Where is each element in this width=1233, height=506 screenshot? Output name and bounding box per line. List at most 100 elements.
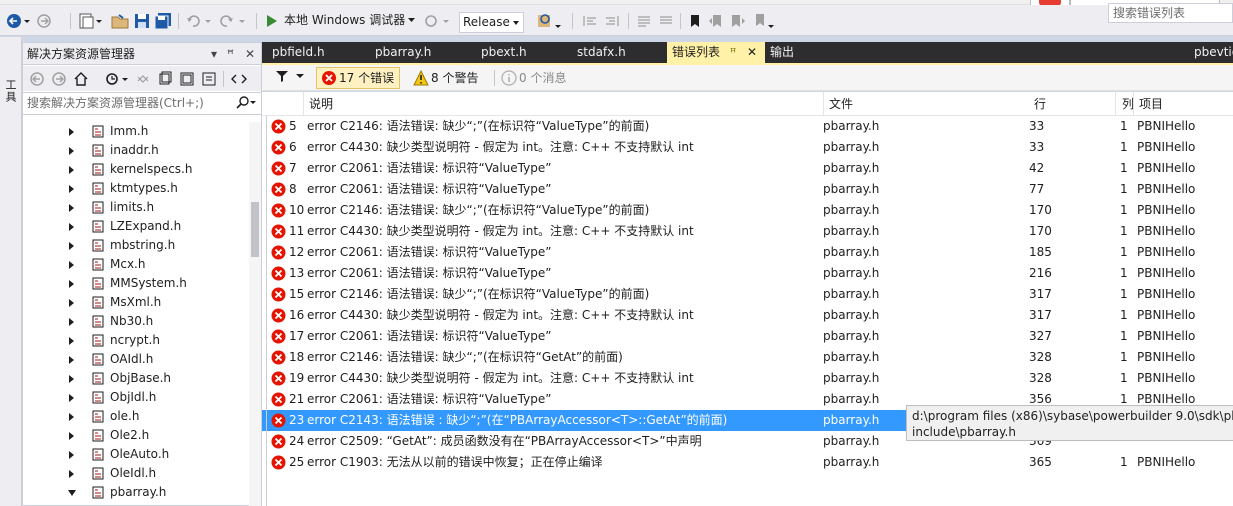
error-row[interactable]: 10 error C2146: 语法错误: 缺少“;”(在标识符“ValueTyp…	[262, 200, 1233, 221]
tree-item[interactable]: ktmtypes.h	[23, 179, 249, 198]
error-row[interactable]: 5 error C2146: 语法错误: 缺少“;”(在标识符“ValueType…	[262, 116, 1233, 137]
tree-item[interactable]: Mcx.h	[23, 255, 249, 274]
pin-icon[interactable]: ꟸ	[227, 43, 234, 65]
header-project[interactable]: 项目	[1133, 92, 1233, 116]
redo-button[interactable]	[218, 5, 248, 36]
expand-arrow-icon[interactable]	[69, 470, 74, 478]
expand-arrow-icon[interactable]	[69, 356, 74, 364]
error-row[interactable]: 13 error C2061: 语法错误: 标识符“ValueType” pbarr…	[262, 263, 1233, 284]
tree-item[interactable]: kernelspecs.h	[23, 160, 249, 179]
error-row[interactable]: 15 error C2146: 语法错误: 缺少“;”(在标识符“ValueTyp…	[262, 284, 1233, 305]
error-row[interactable]: 19 error C4430: 缺少类型说明符 - 假定为 int。注意: C++…	[262, 368, 1233, 389]
close-icon[interactable]: ✕	[245, 43, 255, 65]
start-debug-button[interactable]: 本地 Windows 调试器	[284, 5, 405, 36]
tree-item[interactable]: MMSystem.h	[23, 274, 249, 293]
error-row[interactable]: 7 error C2061: 语法错误: 标识符“ValueType” pbarra…	[262, 158, 1233, 179]
expand-arrow-icon[interactable]	[69, 299, 74, 307]
search-icon[interactable]	[235, 96, 257, 110]
error-row[interactable]: 25 error C1903: 无法从以前的错误中恢复；正在停止编译 pbarray…	[262, 452, 1233, 473]
header-column[interactable]: 列	[1115, 92, 1133, 116]
tree-item[interactable]: Ole2.h	[23, 426, 249, 445]
tree-item[interactable]: limits.h	[23, 198, 249, 217]
close-icon[interactable]: ✕	[747, 42, 757, 63]
code-view-icon[interactable]	[227, 63, 251, 94]
tab-output[interactable]: 输出	[765, 42, 840, 63]
uncomment-icon[interactable]	[656, 5, 676, 36]
messages-filter-toggle[interactable]: 0 个消息	[496, 67, 582, 89]
refresh-icon[interactable]	[422, 5, 452, 36]
back-icon[interactable]	[27, 63, 47, 94]
tree-item[interactable]: ObjIdl.h	[23, 388, 249, 407]
pending-changes-icon[interactable]	[103, 63, 131, 94]
tree-item[interactable]: mbstring.h	[23, 236, 249, 255]
tree-item[interactable]: inaddr.h	[23, 141, 249, 160]
back-button[interactable]	[4, 5, 32, 36]
header-file[interactable]: 文件	[823, 92, 1029, 116]
comment-icon[interactable]	[634, 5, 654, 36]
expand-arrow-icon[interactable]	[69, 413, 74, 421]
expand-arrow-icon[interactable]	[69, 280, 74, 288]
error-row[interactable]: 6 error C4430: 缺少类型说明符 - 假定为 int。注意: C++ …	[262, 137, 1233, 158]
align-right-icon[interactable]	[602, 5, 622, 36]
tree-item[interactable]: OAIdl.h	[23, 350, 249, 369]
header-description[interactable]: 说明	[303, 92, 823, 116]
save-icon[interactable]	[132, 5, 152, 36]
error-row[interactable]: 11 error C4430: 缺少类型说明符 - 假定为 int。注意: C++…	[262, 221, 1233, 242]
errors-filter-toggle[interactable]: 17 个错误	[316, 67, 400, 89]
expand-arrow-icon[interactable]	[69, 451, 74, 459]
start-dropdown-arrow[interactable]	[406, 5, 418, 36]
tab-error-list[interactable]: 错误列表 ꟸ ✕	[667, 42, 765, 63]
open-file-icon[interactable]	[110, 5, 130, 36]
expand-arrow-icon[interactable]	[69, 185, 74, 193]
solution-search-input[interactable]: 搜索解决方案资源管理器(Ctrl+;)	[23, 92, 261, 115]
expand-arrow-icon[interactable]	[69, 242, 74, 250]
tree-item[interactable]: ObjBase.h	[23, 369, 249, 388]
error-row[interactable]: 18 error C2146: 语法错误: 缺少“;”(在标识符“GetAt”的前…	[262, 347, 1233, 368]
warnings-filter-toggle[interactable]: 8 个警告	[408, 67, 494, 89]
toolbox-tab[interactable]: 工具箱	[0, 79, 18, 111]
tree-item[interactable]: LZExpand.h	[23, 217, 249, 236]
tab-pbfield-h[interactable]: pbfield.h	[262, 42, 365, 63]
tab-pbarray-h[interactable]: pbarray.h	[365, 42, 471, 63]
window-position-icon[interactable]: ▾	[211, 43, 217, 65]
tree-item[interactable]: OleIdl.h	[23, 464, 249, 483]
find-in-files-icon[interactable]	[534, 5, 564, 36]
new-project-button[interactable]	[76, 5, 104, 36]
properties-icon[interactable]	[199, 63, 219, 94]
sync-icon[interactable]	[133, 63, 153, 94]
clear-bookmarks-icon[interactable]	[752, 5, 776, 36]
collapse-all-icon[interactable]	[177, 63, 197, 94]
expand-arrow-icon[interactable]	[69, 147, 74, 155]
tree-item[interactable]: Nb30.h	[23, 312, 249, 331]
error-list-search-input[interactable]: 搜索错误列表	[1108, 3, 1233, 23]
expand-arrow-icon[interactable]	[69, 432, 74, 440]
expand-arrow-icon[interactable]	[69, 375, 74, 383]
tree-item[interactable]: MsXml.h	[23, 293, 249, 312]
align-left-icon[interactable]	[580, 5, 600, 36]
expand-arrow-icon[interactable]	[69, 128, 74, 136]
solution-configuration-select[interactable]: Release	[459, 12, 524, 33]
expand-arrow-icon[interactable]	[69, 204, 74, 212]
tree-item[interactable]: OleAuto.h	[23, 445, 249, 464]
bookmark-icon[interactable]	[686, 5, 704, 36]
solution-scrollbar[interactable]	[249, 122, 261, 506]
tree-item[interactable]: ncrypt.h	[23, 331, 249, 350]
expand-arrow-icon[interactable]	[69, 261, 74, 269]
error-row[interactable]: 12 error C2061: 语法错误: 标识符“ValueType” pbarr…	[262, 242, 1233, 263]
tree-item[interactable]: pbarray.h	[23, 483, 249, 502]
expand-arrow-icon[interactable]	[69, 223, 74, 231]
save-all-icon[interactable]	[152, 5, 174, 36]
error-row[interactable]: 16 error C4430: 缺少类型说明符 - 假定为 int。注意: C++…	[262, 305, 1233, 326]
error-row[interactable]: 17 error C2061: 语法错误: 标识符“ValueType” pbarr…	[262, 326, 1233, 347]
pin-icon[interactable]: ꟸ	[730, 42, 736, 63]
tree-item[interactable]: Imm.h	[23, 122, 249, 141]
tab-pbevtio[interactable]: pbevtio	[1184, 42, 1233, 63]
refresh-icon[interactable]	[155, 63, 175, 94]
expand-arrow-icon[interactable]	[69, 337, 74, 345]
tree-item[interactable]: ole.h	[23, 407, 249, 426]
prev-bookmark-icon[interactable]	[706, 5, 726, 36]
expanded-arrow-icon[interactable]	[68, 490, 76, 496]
start-debug-icon[interactable]	[264, 5, 280, 36]
tab-pbext-h[interactable]: pbext.h	[471, 42, 567, 63]
error-row[interactable]: 8 error C2061: 语法错误: 标识符“ValueType” pbarra…	[262, 179, 1233, 200]
